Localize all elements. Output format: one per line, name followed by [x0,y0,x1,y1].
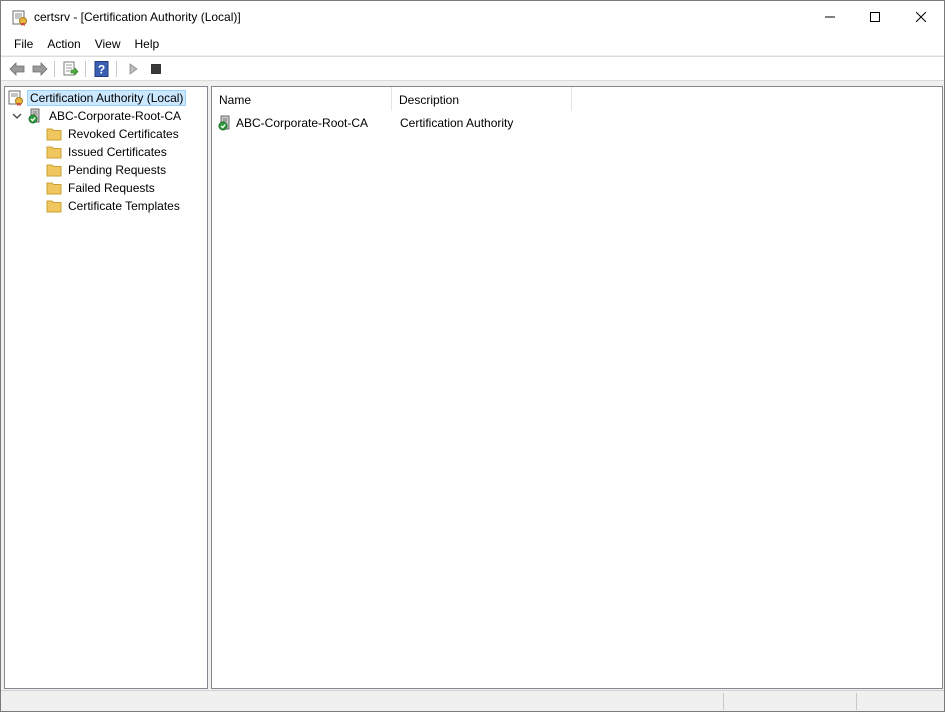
close-button[interactable] [898,1,944,33]
close-icon [916,12,926,22]
title-bar[interactable]: certsrv - [Certification Authority (Loca… [1,1,944,33]
back-button[interactable] [7,60,27,78]
folder-icon [46,198,62,214]
tree-item-label: ABC-Corporate-Root-CA [49,109,182,123]
help-button[interactable]: ? [92,60,112,78]
result-list[interactable]: Name Description ABC-Corporate-Root-CA C… [211,86,943,689]
tree-item-issued-certificates[interactable]: Issued Certificates [46,143,170,161]
certification-authority-icon [8,90,24,106]
ca-server-check-icon [217,115,233,131]
list-header: Name Description [212,87,942,111]
folder-icon [46,126,62,142]
forward-button[interactable] [30,60,50,78]
list-item-name: ABC-Corporate-Root-CA [236,115,369,130]
start-service-icon [129,63,138,75]
list-item-description: Certification Authority [400,115,514,130]
tree-item-label: Pending Requests [68,163,167,177]
menu-bar: File Action View Help [1,33,944,55]
forward-arrow-icon [32,62,48,76]
tree-item-certificate-templates[interactable]: Certificate Templates [46,197,183,215]
tree-item-label: Issued Certificates [68,145,167,159]
stop-service-icon [151,64,161,74]
list-item[interactable]: ABC-Corporate-Root-CA Certification Auth… [212,113,580,132]
tree-item-label: Certification Authority (Local) [27,90,187,106]
tree-item-label: Certificate Templates [68,199,180,213]
window-title: certsrv - [Certification Authority (Loca… [34,10,241,24]
tree-item-revoked-certificates[interactable]: Revoked Certificates [46,125,182,143]
export-list-button[interactable] [61,60,81,78]
mmc-window: certsrv - [Certification Authority (Loca… [0,0,945,712]
tree-item-label: Failed Requests [68,181,155,195]
maximize-icon [870,12,880,22]
status-bar [1,690,944,711]
folder-icon [46,180,62,196]
help-icon: ? [94,61,109,77]
status-separator [856,693,857,710]
chevron-down-icon[interactable] [11,110,23,122]
tree-item-pending-requests[interactable]: Pending Requests [46,161,169,179]
folder-icon [46,162,62,178]
toolbar: ? [1,56,944,81]
back-arrow-icon [9,62,25,76]
column-header-description[interactable]: Description [392,87,572,111]
minimize-icon [825,16,835,18]
menu-action[interactable]: Action [40,33,87,55]
maximize-button[interactable] [852,1,898,33]
certsrv-app-icon [12,10,28,26]
tree-item-root[interactable]: Certification Authority (Local) [8,89,187,107]
folder-icon [46,144,62,160]
svg-text:?: ? [98,63,105,77]
minimize-button[interactable] [807,1,853,33]
export-list-icon [63,61,79,76]
toolbar-separator [54,61,55,77]
stop-service-button[interactable] [146,60,166,78]
menu-view[interactable]: View [88,33,128,55]
column-header-name[interactable]: Name [212,87,392,111]
tree-item-ca[interactable]: ABC-Corporate-Root-CA [11,107,184,125]
status-separator [723,693,724,710]
toolbar-separator [116,61,117,77]
ca-server-check-icon [27,108,43,124]
tree-item-failed-requests[interactable]: Failed Requests [46,179,158,197]
menu-help[interactable]: Help [128,33,167,55]
toolbar-separator [85,61,86,77]
tree-item-label: Revoked Certificates [68,127,179,141]
menu-file[interactable]: File [7,33,40,55]
console-tree[interactable]: Certification Authority (Local) ABC-Corp… [4,86,208,689]
start-service-button[interactable] [123,60,143,78]
